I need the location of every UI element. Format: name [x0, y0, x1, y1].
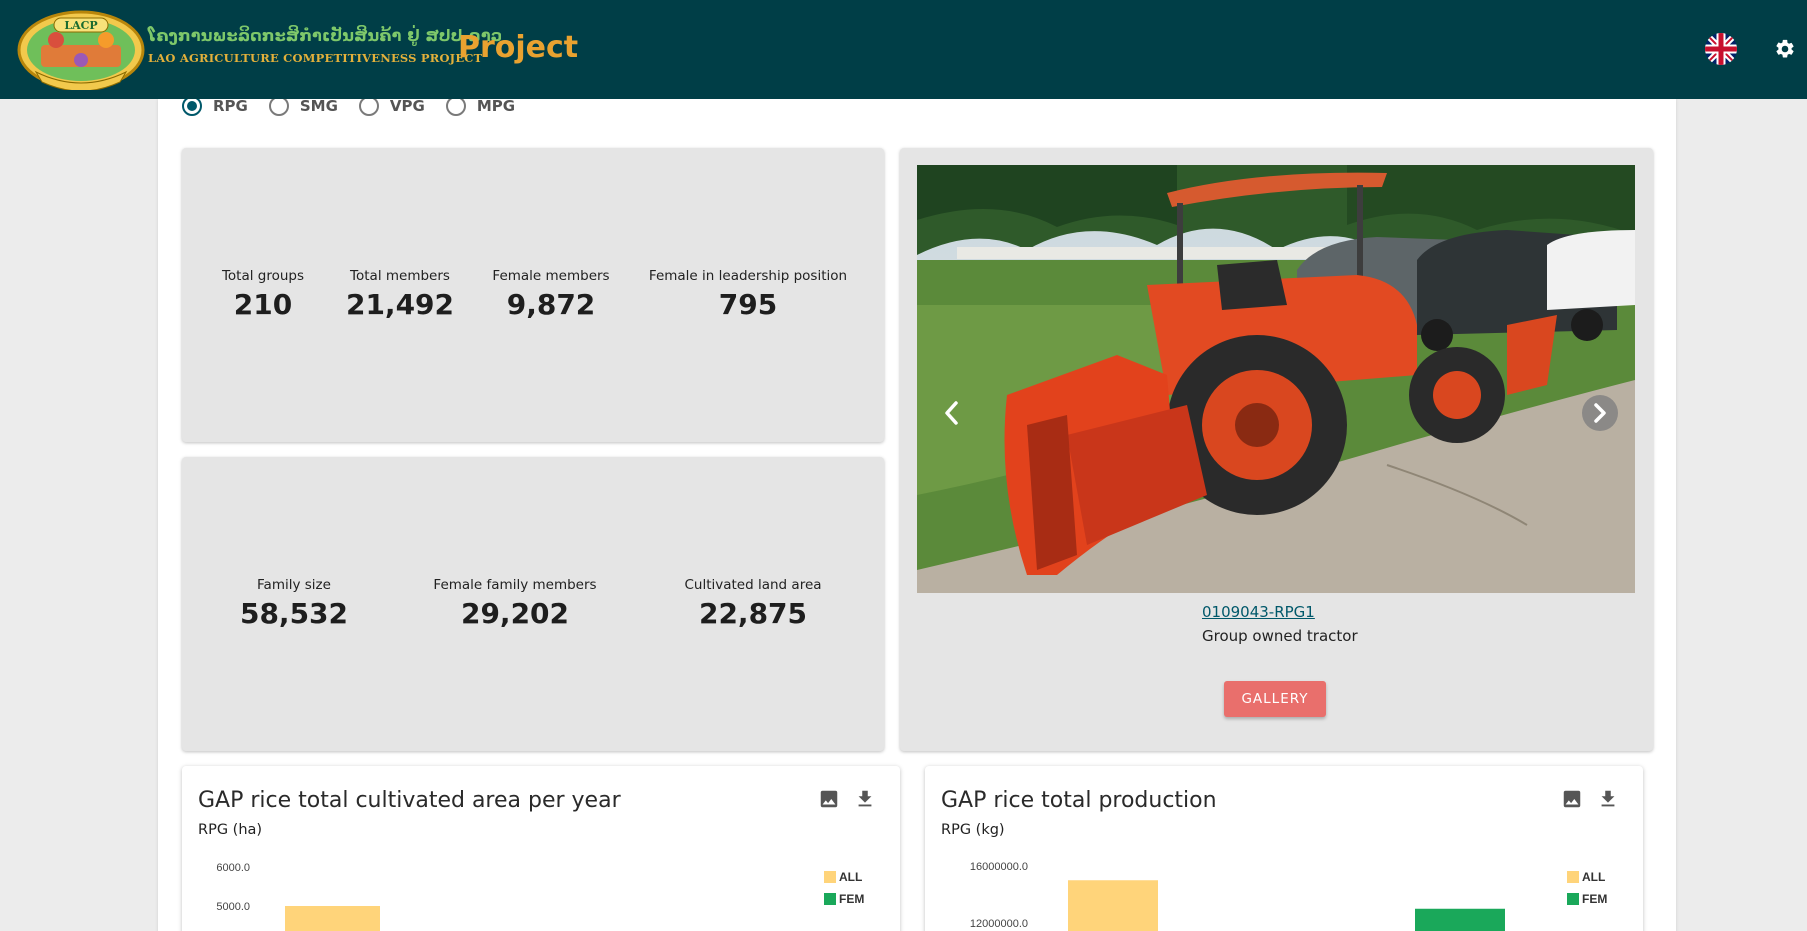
chart-legend: ALL FEM: [1567, 870, 1607, 914]
radio-mpg-indicator[interactable]: [445, 96, 466, 116]
radio-smg-indicator[interactable]: [268, 96, 289, 116]
stat-female-family-members: Female family members 29,202: [433, 577, 596, 630]
stat-label: Total members: [350, 268, 450, 284]
logo-lao-text: ໂຄງການພະລິດກະສິກຳເປັນສິນຄ້າ ຢູ່ ສປປ ລາວ: [148, 26, 503, 45]
legend-label: ALL: [839, 870, 863, 884]
stat-label: Family size: [257, 577, 331, 593]
total-production-chart: 16000000.0 12000000.0: [970, 861, 1505, 931]
gear-icon[interactable]: [1774, 38, 1796, 60]
chevron-right-icon[interactable]: [1582, 395, 1618, 431]
radio-smg[interactable]: SMG: [268, 96, 338, 116]
stat-total-groups: Total groups 210: [222, 268, 304, 321]
photo-caption: Group owned tractor: [1202, 627, 1358, 645]
cultivated-area-chart: 6000.0 5000.0: [216, 862, 380, 931]
radio-mpg[interactable]: MPG: [445, 96, 515, 116]
stat-value: 58,532: [239, 597, 349, 630]
app-header: LACP ໂຄງການພະລິດກະສິກຳເປັນສິນຄ້າ ຢູ່ ສປປ…: [0, 0, 1807, 99]
y-tick-label: 5000.0: [216, 901, 250, 913]
y-tick-label: 16000000.0: [970, 861, 1028, 873]
y-tick-label: 6000.0: [216, 862, 250, 874]
radio-vpg-indicator[interactable]: [358, 96, 379, 116]
legend-label: ALL: [1582, 870, 1606, 884]
stat-female-members: Female members 9,872: [492, 268, 609, 321]
stat-value: 29,202: [460, 597, 570, 630]
group-stats-card: Total groups 210 Total members 21,492 Fe…: [182, 148, 884, 442]
total-production-chart-card: GAP rice total production RPG (kg) 16000…: [925, 766, 1643, 931]
cultivated-area-chart-card: GAP rice total cultivated area per year …: [182, 766, 900, 931]
radio-rpg[interactable]: RPG: [182, 96, 248, 116]
radio-vpg-label[interactable]: VPG: [390, 97, 425, 115]
legend-swatch: [824, 893, 836, 905]
gallery-button[interactable]: GALLERY: [1224, 681, 1326, 717]
legend-swatch: [824, 871, 836, 883]
stat-label: Cultivated land area: [684, 577, 822, 593]
radio-mpg-label[interactable]: MPG: [477, 97, 515, 115]
legend-item-fem[interactable]: FEM: [824, 892, 864, 906]
stat-label: Female members: [492, 268, 610, 284]
bar-fem[interactable]: [1415, 908, 1505, 931]
stat-value: 795: [718, 288, 778, 321]
bar-all[interactable]: [285, 906, 380, 931]
radio-rpg-label[interactable]: RPG: [213, 97, 248, 115]
carousel-photo[interactable]: [917, 165, 1635, 593]
family-stats-card: Family size 58,532 Female family members…: [182, 457, 884, 751]
legend-swatch: [1567, 893, 1579, 905]
bar-all[interactable]: [1068, 880, 1158, 931]
radio-smg-label[interactable]: SMG: [300, 97, 338, 115]
uk-flag-icon[interactable]: [1705, 33, 1737, 65]
stat-label: Female family members: [433, 577, 597, 593]
stat-label: Total groups: [221, 268, 305, 284]
page-title[interactable]: Project: [458, 30, 578, 65]
photo-code-link[interactable]: 0109043-RPG1: [1202, 603, 1315, 621]
legend-label: FEM: [1582, 892, 1608, 906]
y-tick-label: 12000000.0: [970, 918, 1028, 930]
radio-rpg-indicator[interactable]: [182, 96, 202, 116]
legend-item-all[interactable]: ALL: [1567, 870, 1607, 884]
stat-family-size: Family size 58,532: [240, 577, 348, 630]
stat-total-members: Total members 21,492: [346, 268, 454, 321]
chart-legend: ALL FEM: [824, 870, 864, 914]
logo-wordmark: ໂຄງການພະລິດກະສິກຳເປັນສິນຄ້າ ຢູ່ ສປປ ລາວ …: [148, 26, 503, 65]
group-type-radio-group: RPG SMG VPG MPG: [182, 96, 536, 116]
stat-value: 210: [233, 288, 293, 321]
logo-badge-text: LACP: [64, 19, 97, 32]
stat-cultivated-land-area: Cultivated land area 22,875: [684, 577, 821, 630]
legend-label: FEM: [839, 892, 865, 906]
logo-english-text: LAO AGRICULTURE COMPETITIVENESS PROJECT: [148, 51, 483, 65]
stat-label: Female in leadership position: [648, 268, 848, 284]
stat-value: 22,875: [698, 597, 808, 630]
legend-item-all[interactable]: ALL: [824, 870, 864, 884]
radio-vpg[interactable]: VPG: [358, 96, 425, 116]
chevron-left-icon[interactable]: [940, 398, 962, 428]
stat-female-leadership: Female in leadership position 795: [649, 268, 847, 321]
legend-swatch: [1567, 871, 1579, 883]
stat-value: 9,872: [506, 288, 596, 321]
stat-value: 21,492: [345, 288, 455, 321]
lacp-logo[interactable]: LACP: [16, 10, 146, 90]
legend-item-fem[interactable]: FEM: [1567, 892, 1607, 906]
